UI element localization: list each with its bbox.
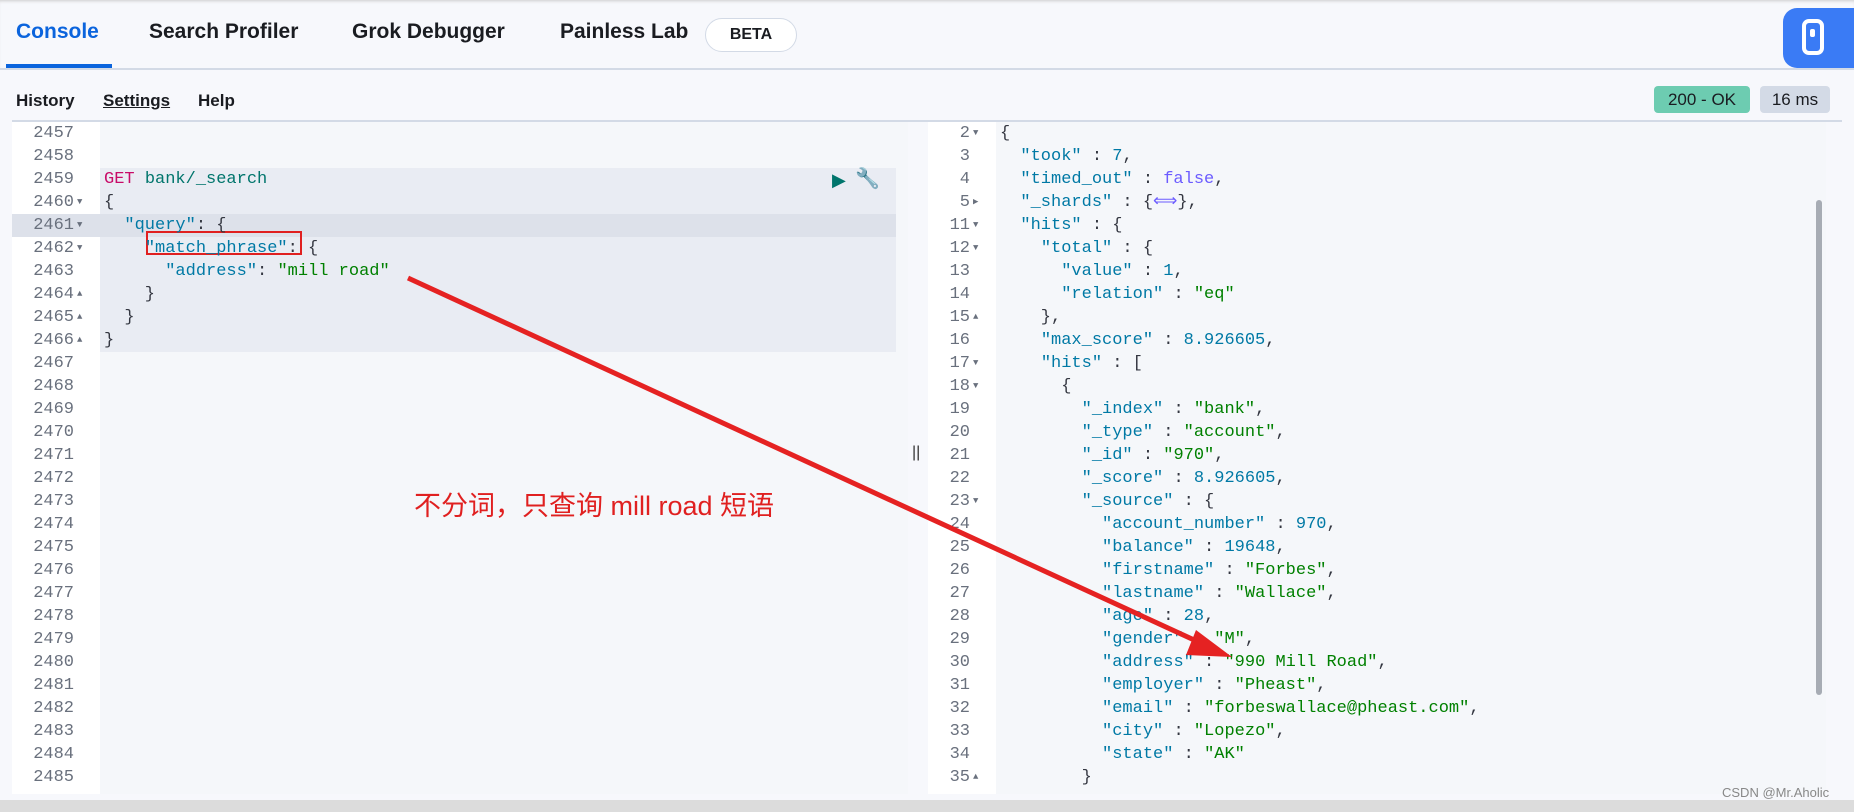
watermark: CSDN @Mr.Aholic — [1722, 785, 1830, 800]
taskbar — [0, 800, 1854, 812]
annotation-arrow — [406, 275, 1232, 657]
